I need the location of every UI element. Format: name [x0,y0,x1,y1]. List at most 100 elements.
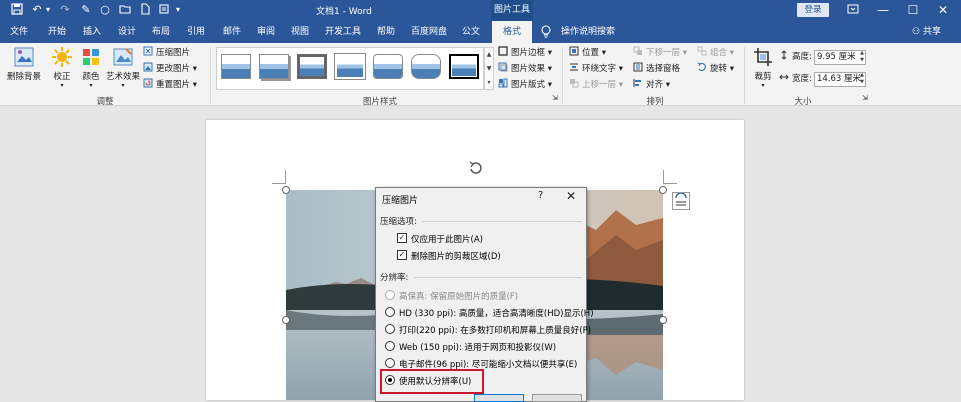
picture-style-thumbnail[interactable] [373,54,403,79]
new-document-icon[interactable] [138,3,152,17]
tab-developer[interactable]: 开发工具 [320,21,366,43]
rotate-button[interactable]: 旋转 ▾ [697,62,734,77]
tab-mailings[interactable]: 邮件 [216,21,248,43]
cancel-button[interactable] [532,394,582,402]
close-icon[interactable]: ✕ [566,189,576,203]
resolution-radio-email[interactable] [385,358,395,368]
tab-insert[interactable]: 插入 [77,21,107,43]
apply-only-label: 仅应用于此图片(A) [411,235,483,245]
picture-effects-button[interactable]: 图片效果 ▾ [498,62,552,77]
picture-styles-group-label: 图片样式 [362,97,397,107]
change-picture-button[interactable]: 更改图片 ▾ [143,62,197,77]
position-label: 位置 [582,48,600,58]
wrap-text-button[interactable]: 环绕文字 ▾ [569,62,623,77]
picture-style-thumbnail[interactable] [259,54,289,79]
customize-toolbar-icon[interactable]: ▾ [176,4,182,16]
dialog-launcher-icon[interactable]: ⇲ [862,91,868,106]
delete-cropped-checkbox[interactable]: ✓ [397,250,407,260]
dialog-title: 压缩图片 [382,196,419,206]
position-button[interactable]: 位置 ▾ [569,46,606,61]
dialog-launcher-icon[interactable]: ⇲ [552,91,558,106]
circle-icon[interactable]: ○ [98,3,112,17]
close-icon[interactable]: ✕ [928,0,958,21]
tab-review[interactable]: 审阅 [250,21,282,43]
remove-background-button[interactable]: 删除背景 [5,46,43,82]
picture-style-thumbnail[interactable] [297,54,327,79]
crop-button[interactable]: 裁剪 ▾ [750,46,776,89]
ribbon-display-icon[interactable] [838,0,868,21]
tab-home[interactable]: 开始 [42,21,72,43]
reset-picture-button[interactable]: 重置图片 ▾ [143,78,197,93]
width-icon [779,72,789,82]
rotate-handle-icon[interactable] [468,160,484,176]
picture-style-thumbnail[interactable] [335,54,365,79]
picture-border-button[interactable]: 图片边框 ▾ [498,46,552,61]
height-icon [779,50,789,60]
spin-down-icon[interactable]: ▼ [858,79,866,86]
gallery-more-icon[interactable]: ▾ [485,76,493,90]
tab-gongwen[interactable]: 公文 [455,21,487,43]
group-dropdown-icon: ▾ [727,48,734,58]
resize-handle-middle-right[interactable] [659,316,667,324]
resize-handle-top-right[interactable] [659,186,667,194]
color-button[interactable]: 颜色 ▾ [79,46,103,89]
tab-references[interactable]: 引用 [180,21,212,43]
apply-only-checkbox[interactable]: ✓ [397,233,407,243]
selection-pane-button[interactable]: 选择窗格 [633,62,680,77]
resize-handle-top-left[interactable] [282,186,290,194]
corrections-button[interactable]: 校正 ▾ [48,46,76,89]
compress-pictures-button[interactable]: 压缩图片 [143,46,190,61]
tab-format[interactable]: 格式 [492,21,532,43]
spin-down-icon[interactable]: ▼ [858,57,866,64]
tab-baidu[interactable]: 百度网盘 [406,21,452,43]
help-icon[interactable]: ? [538,190,543,201]
tab-design[interactable]: 设计 [112,21,142,43]
lightbulb-icon[interactable] [540,25,554,39]
group-button[interactable]: 组合 ▾ [697,46,734,61]
change-picture-icon [143,62,153,72]
share-label: 共享 [922,27,941,37]
login-button[interactable]: 登录 [797,3,829,17]
picture-style-thumbnail[interactable] [411,54,441,79]
tab-layout[interactable]: 布局 [146,21,176,43]
share-button[interactable]: ⚇ 共享 [912,21,941,43]
picture-style-thumbnail-selected[interactable] [449,54,479,79]
picture-layout-button[interactable]: 图片版式 ▾ [498,78,552,93]
resolution-radio-web[interactable] [385,341,395,351]
resolution-radio-high-fidelity[interactable] [385,290,395,300]
minimize-icon[interactable]: — [868,0,898,21]
bring-forward-button[interactable]: 上移一层 ▾ [569,78,623,93]
layout-options-icon[interactable] [672,192,690,210]
send-backward-button[interactable]: 下移一层 ▾ [633,46,687,61]
resolution-radio-hd[interactable] [385,307,395,317]
align-button[interactable]: 对齐 ▾ [633,78,670,93]
format-painter-icon[interactable]: ✎ [79,3,93,17]
undo-dropdown-icon[interactable]: ▾ [46,4,52,16]
save-icon[interactable] [10,3,24,17]
spin-up-icon[interactable]: ▲ [858,50,866,57]
maximize-icon[interactable]: ☐ [898,0,928,21]
tab-help[interactable]: 帮助 [370,21,402,43]
redo-icon[interactable]: ↷ [58,3,72,17]
print-preview-icon[interactable] [157,3,171,17]
picture-style-thumbnail[interactable] [221,54,251,79]
bring-forward-label: 上移一层 [582,80,617,90]
open-folder-icon[interactable] [118,3,132,17]
chevron-up-icon[interactable]: ▲ [485,48,493,62]
height-spinner[interactable]: ▲ ▼ [858,50,866,65]
resolution-radio-print[interactable] [385,324,395,334]
picture-layout-dropdown-icon: ▾ [545,80,552,90]
corrections-label: 校正 [53,72,71,82]
tell-me-search[interactable]: 操作说明搜索 [558,21,618,43]
width-spinner[interactable]: ▲ ▼ [858,72,866,87]
ok-button[interactable] [474,394,524,402]
artistic-effects-button[interactable]: 艺术效果 ▾ [104,46,142,89]
crop-label: 裁剪 [754,72,772,82]
undo-icon[interactable]: ↶ [30,3,44,17]
spin-up-icon[interactable]: ▲ [858,72,866,79]
tab-file[interactable]: 文件 [4,21,34,43]
tab-view[interactable]: 视图 [284,21,316,43]
chevron-down-icon[interactable]: ▼ [485,62,493,76]
gallery-scroll-arrows[interactable]: ▲ ▼ ▾ [484,47,494,90]
resize-handle-middle-left[interactable] [282,316,290,324]
